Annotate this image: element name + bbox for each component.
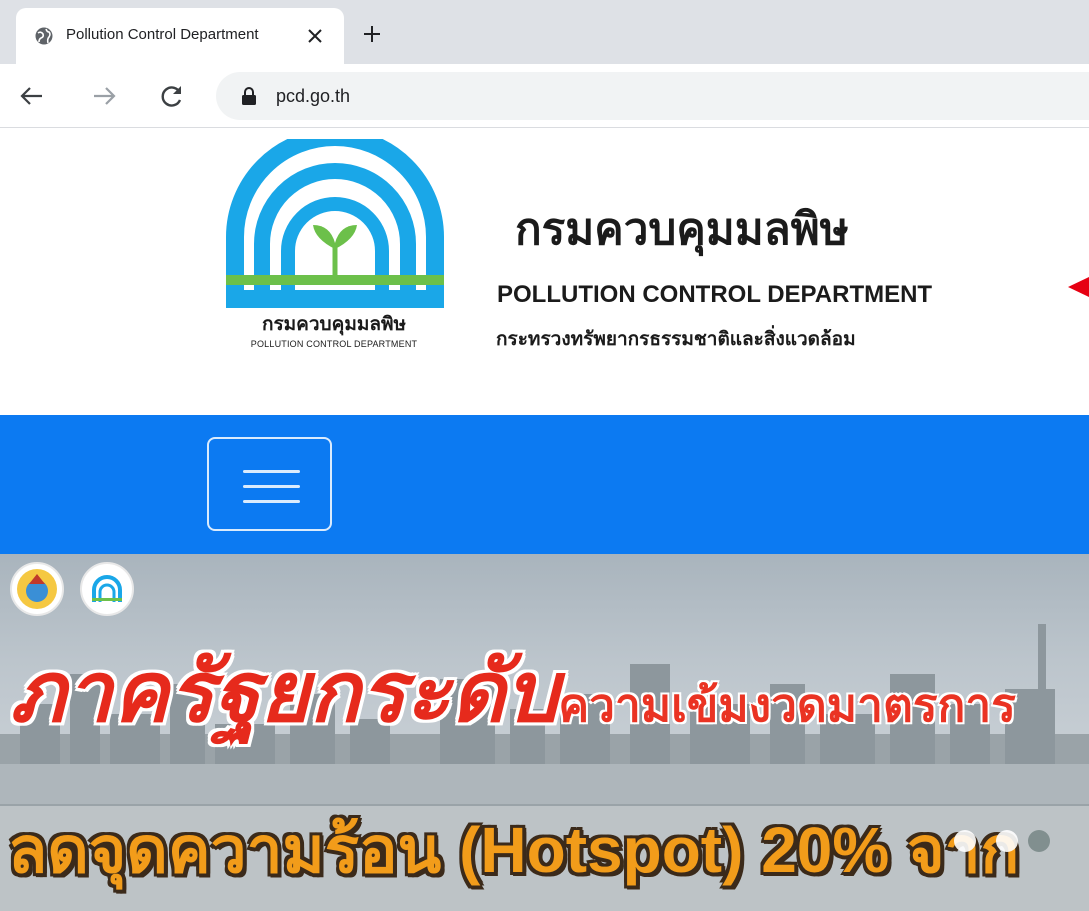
- hamburger-line: [243, 470, 300, 473]
- ministry-name: กระทรวงทรัพยากรธรรมชาติและสิ่งแวดล้อม: [496, 328, 856, 350]
- pcd-small-logo: [80, 562, 134, 616]
- banner-hotspot-text: ลดจุดความร้อน (Hotspot) 20% จาก: [8, 814, 1020, 886]
- globe-icon: [35, 27, 53, 45]
- carousel-dot[interactable]: [954, 830, 976, 852]
- site-header: กรมควบคุมมลพิษ POLLUTION CONTROL DEPARTM…: [0, 128, 1089, 415]
- headline-sub-text: ความเข้มงวดมาตรการ: [558, 679, 1016, 731]
- close-icon[interactable]: [303, 24, 327, 48]
- hamburger-line: [243, 500, 300, 503]
- browser-toolbar: pcd.go.th: [0, 64, 1089, 128]
- red-arrow-icon: [1068, 277, 1089, 297]
- hamburger-line: [243, 485, 300, 488]
- forward-arrow-icon[interactable]: [88, 80, 120, 112]
- pcd-logo[interactable]: กรมควบคุมมลพิษ POLLUTION CONTROL DEPARTM…: [200, 128, 470, 389]
- site-title-thai: กรมควบคุมมลพิษ: [515, 204, 849, 255]
- plus-icon[interactable]: [360, 22, 384, 46]
- hamburger-menu-button[interactable]: [207, 437, 332, 531]
- back-arrow-icon[interactable]: [16, 80, 48, 112]
- site-title-english: POLLUTION CONTROL DEPARTMENT: [497, 281, 933, 308]
- logo-english-text: POLLUTION CONTROL DEPARTMENT: [250, 339, 418, 349]
- headline-main-text: ภาครัฐยกระดับ: [10, 645, 559, 739]
- hero-carousel[interactable]: ภาครัฐยกระดับความเข้มงวดมาตรการ ลดจุดควา…: [0, 554, 1089, 911]
- reload-icon[interactable]: [156, 80, 188, 112]
- url-text[interactable]: pcd.go.th: [276, 84, 350, 108]
- main-navbar: [0, 415, 1089, 554]
- browser-tab-strip: Pollution Control Department: [0, 0, 1089, 64]
- logo-thai-text: กรมควบคุมมลพิษ: [261, 313, 407, 335]
- carousel-dot[interactable]: [996, 830, 1018, 852]
- carousel-dot-active[interactable]: [1028, 830, 1050, 852]
- banner-headline: ภาครัฐยกระดับความเข้มงวดมาตรการ: [10, 650, 1016, 734]
- tab-title: Pollution Control Department: [66, 26, 259, 43]
- lock-icon[interactable]: [240, 86, 258, 106]
- pcd-emblem-icon: [226, 128, 444, 308]
- government-seal-logo: [10, 562, 64, 616]
- browser-tab[interactable]: Pollution Control Department: [16, 8, 344, 64]
- address-bar[interactable]: pcd.go.th: [216, 72, 1089, 120]
